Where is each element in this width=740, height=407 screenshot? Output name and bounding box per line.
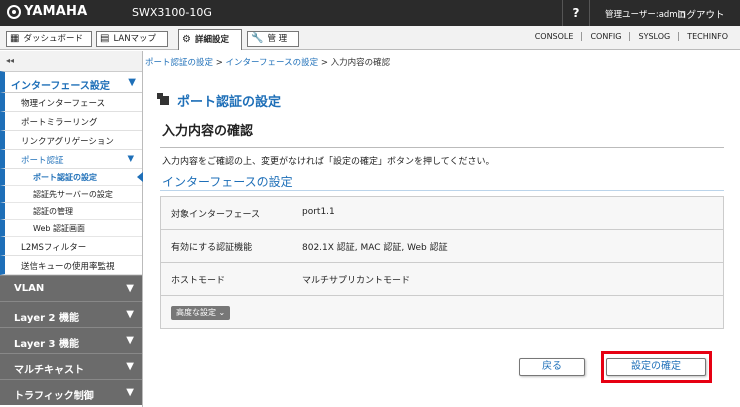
yamaha-mark-icon xyxy=(7,4,21,19)
syslog-link[interactable]: SYSLOG xyxy=(629,32,678,41)
sidebar-group-layer2[interactable]: Layer 2 機能 ▼ xyxy=(0,301,142,327)
model-name: SWX3100-10G xyxy=(132,6,212,19)
sidebar-item-label: L2MSフィルター xyxy=(21,243,87,253)
page-title-text: ポート認証の設定 xyxy=(177,95,282,110)
sidebar: ◂◂ インターフェース設定 ▼ 物理インターフェース ポートミラーリング リンク… xyxy=(0,51,143,407)
sidebar-sub-auth-server[interactable]: 認証先サーバーの設定 xyxy=(0,186,142,203)
sidebar-group-vlan[interactable]: VLAN ▼ xyxy=(0,275,142,301)
sidebar-group-label: VLAN xyxy=(14,283,45,294)
console-link[interactable]: CONSOLE xyxy=(527,32,582,41)
collapse-sidebar-button[interactable]: ◂◂ xyxy=(0,51,142,71)
sidebar-group-layer3[interactable]: Layer 3 機能 ▼ xyxy=(0,327,142,353)
sidebar-item-label: ポートミラーリング xyxy=(21,118,98,128)
triangle-down-icon: ▼ xyxy=(127,154,134,164)
sidebar-item-physical[interactable]: 物理インターフェース xyxy=(0,93,142,112)
breadcrumb: ポート認証の設定 > インターフェースの設定 > 入力内容の確認 xyxy=(145,56,390,68)
row-key: 対象インターフェース xyxy=(171,210,261,220)
sidebar-sub-web-auth[interactable]: Web 認証画面 xyxy=(0,220,142,237)
dashboard-tab[interactable]: ▦ ダッシュボード xyxy=(6,31,92,47)
breadcrumb-separator: > xyxy=(318,58,331,68)
manage-label: 管 理 xyxy=(267,34,288,44)
sidebar-group-multicast[interactable]: マルチキャスト ▼ xyxy=(0,353,142,379)
triangle-down-icon: ▼ xyxy=(128,77,136,88)
sidebar-sub-auth-manage[interactable]: 認証の管理 xyxy=(0,203,142,220)
wrench-icon: 🔧 xyxy=(251,33,264,44)
breadcrumb-port-auth[interactable]: ポート認証の設定 xyxy=(145,58,213,68)
description-text: 入力内容をご確認の上、変更がなければ「設定の確定」ボタンを押してください。 xyxy=(162,157,495,167)
nav-bar: ▦ ダッシュボード ▤ LANマップ ⚙ 詳細設定 🔧 管 理 CONSOLE … xyxy=(0,26,740,50)
user-label: 管理ユーザー:admin xyxy=(605,10,686,20)
sidebar-item-link-aggregation[interactable]: リンクアグリゲーション xyxy=(0,131,142,150)
lanmap-icon: ▤ xyxy=(100,33,110,44)
config-link[interactable]: CONFIG xyxy=(581,32,629,41)
table-row: 対象インターフェース port1.1 xyxy=(161,197,723,230)
sidebar-item-mirroring[interactable]: ポートミラーリング xyxy=(0,112,142,131)
divider xyxy=(160,147,724,148)
top-links: CONSOLE CONFIG SYSLOG TECHINFO xyxy=(527,32,736,41)
breadcrumb-separator: > xyxy=(213,58,226,68)
gear-icon: ⚙ xyxy=(182,34,191,45)
logout-link[interactable]: ログアウト xyxy=(677,7,725,21)
dashboard-label: ダッシュボード xyxy=(23,34,83,44)
sidebar-group-label: マルチキャスト xyxy=(14,365,84,376)
help-button[interactable]: ? xyxy=(562,0,590,26)
table-row: ホストモード マルチサプリカントモード xyxy=(161,263,723,296)
advanced-label: 詳細設定 xyxy=(194,35,229,45)
sidebar-item-label: 送信キューの使用率監視 xyxy=(21,262,115,272)
sidebar-section-label: インターフェース設定 xyxy=(11,81,110,92)
sidebar-section-interface[interactable]: インターフェース設定 ▼ xyxy=(0,71,142,93)
triangle-down-icon: ▼ xyxy=(126,309,134,320)
page-title-icon xyxy=(157,93,169,105)
manage-tab[interactable]: 🔧 管 理 xyxy=(247,31,299,47)
sidebar-item-port-auth[interactable]: ポート認証 ▼ xyxy=(0,150,142,169)
row-value: マルチサプリカントモード xyxy=(302,276,411,286)
row-value: 802.1X 認証, MAC 認証, Web 認証 xyxy=(302,243,448,253)
settings-table: 対象インターフェース port1.1 有効にする認証機能 802.1X 認証, … xyxy=(160,196,724,329)
sidebar-group-label: Layer 3 機能 xyxy=(14,339,79,350)
breadcrumb-interface[interactable]: インターフェースの設定 xyxy=(226,58,319,68)
sidebar-group-label: Layer 2 機能 xyxy=(14,313,79,324)
triangle-down-icon: ▼ xyxy=(126,387,134,398)
sidebar-group-traffic[interactable]: トラフィック制御 ▼ xyxy=(0,379,142,405)
row-value: port1.1 xyxy=(302,207,335,217)
brand-name: YAMAHA xyxy=(24,4,88,19)
breadcrumb-current: 入力内容の確認 xyxy=(330,58,391,68)
top-bar: YAMAHA SWX3100-10G ? 管理ユーザー:admin ログアウト xyxy=(0,0,740,26)
lanmap-label: LANマップ xyxy=(113,34,157,44)
triangle-down-icon: ▼ xyxy=(126,335,134,346)
table-row: 有効にする認証機能 802.1X 認証, MAC 認証, Web 認証 xyxy=(161,230,723,263)
triangle-down-icon: ▼ xyxy=(126,361,134,372)
sidebar-group-label: トラフィック制御 xyxy=(14,391,94,402)
dashboard-icon: ▦ xyxy=(10,33,20,44)
sidebar-item-label: リンクアグリゲーション xyxy=(21,137,114,147)
sidebar-item-l2ms-filter[interactable]: L2MSフィルター xyxy=(0,237,142,256)
yamaha-logo: YAMAHA xyxy=(7,4,87,19)
back-button[interactable]: 戻る xyxy=(519,358,585,376)
techinfo-link[interactable]: TECHINFO xyxy=(678,32,736,41)
sidebar-item-label: ポート認証 xyxy=(21,156,64,166)
sidebar-item-label: 物理インターフェース xyxy=(21,99,106,109)
divider xyxy=(160,190,724,191)
advanced-settings-toggle[interactable]: 高度な設定 ⌄ xyxy=(171,306,231,320)
sidebar-item-queue-monitor[interactable]: 送信キューの使用率監視 xyxy=(0,256,142,275)
sidebar-sub-port-auth-settings[interactable]: ポート認証の設定 xyxy=(0,169,143,186)
page-title: ポート認証の設定 xyxy=(157,91,282,110)
triangle-down-icon: ▼ xyxy=(126,283,134,294)
row-key: ホストモード xyxy=(171,276,226,286)
lanmap-tab[interactable]: ▤ LANマップ xyxy=(96,31,168,47)
section-title: インターフェースの設定 xyxy=(162,175,293,189)
confirm-heading: 入力内容の確認 xyxy=(162,124,254,139)
confirm-button[interactable]: 設定の確定 xyxy=(606,358,706,376)
row-key: 有効にする認証機能 xyxy=(171,243,253,253)
advanced-tab[interactable]: ⚙ 詳細設定 xyxy=(178,29,242,50)
